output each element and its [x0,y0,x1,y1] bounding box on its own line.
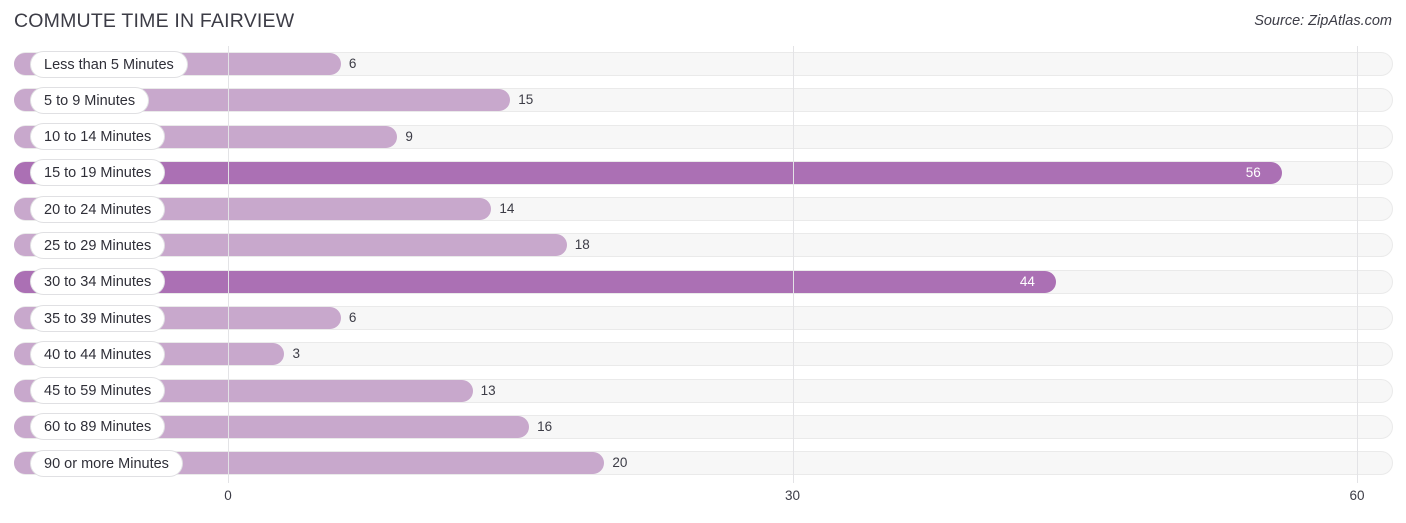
bar-value-label: 20 [612,455,628,471]
bar-rows: 6 Less than 5 Minutes 15 5 to 9 Minutes 9 10 … [0,46,1406,482]
bar[interactable] [14,270,1056,293]
bar-category-label: 20 to 24 Minutes [30,195,166,223]
bar-value-label: 14 [499,201,515,217]
commute-time-chart: COMMUTE TIME IN FAIRVIEW Source: ZipAtla… [0,0,1406,523]
bar[interactable] [14,161,1282,184]
bar-value-label: 44 [1019,273,1035,289]
axis-tick-label: 60 [1349,488,1365,503]
bar-row[interactable]: 15 5 to 9 Minutes [0,82,1406,118]
bar-row[interactable]: 18 25 to 29 Minutes [0,227,1406,263]
bar-category-label: 45 to 59 Minutes [30,377,166,405]
axis-tick-label: 0 [224,488,232,503]
bar-value-label: 16 [537,418,553,434]
bar-value-label: 3 [292,346,300,362]
bar-category-label: 35 to 39 Minutes [30,304,166,332]
bar-category-label: Less than 5 Minutes [30,50,188,78]
bar-value-label: 9 [405,128,413,144]
bar-category-label: 15 to 19 Minutes [30,159,166,187]
axis-tick-label: 30 [784,488,801,503]
bar-row[interactable]: 9 10 to 14 Minutes [0,119,1406,155]
bar-category-label: 25 to 29 Minutes [30,231,166,259]
bar-row[interactable]: 6 Less than 5 Minutes [0,46,1406,82]
bar-value-label: 56 [1245,164,1261,180]
bar-row[interactable]: 6 35 to 39 Minutes [0,300,1406,336]
bar-row[interactable]: 3 40 to 44 Minutes [0,336,1406,372]
x-axis: 0 30 60 [0,486,1406,523]
bar-category-label: 60 to 89 Minutes [30,413,166,441]
bar-category-label: 30 to 34 Minutes [30,268,166,296]
plot-area: 6 Less than 5 Minutes 15 5 to 9 Minutes 9 10 … [0,46,1406,486]
page-title: COMMUTE TIME IN FAIRVIEW [14,10,295,32]
bar-row[interactable]: 56 15 to 19 Minutes [0,155,1406,191]
bar-row[interactable]: 44 30 to 34 Minutes [0,264,1406,300]
bar-row[interactable]: 13 45 to 59 Minutes [0,373,1406,409]
bar-category-label: 40 to 44 Minutes [30,340,166,368]
bar-value-label: 15 [518,92,534,108]
bar-value-label: 18 [574,237,590,253]
bar-category-label: 10 to 14 Minutes [30,123,166,151]
bar-value-label: 6 [348,310,357,326]
bar-row[interactable]: 20 90 or more Minutes [0,445,1406,481]
bar-value-label: 13 [480,382,496,398]
bar-value-label: 6 [348,56,357,71]
bar-row[interactable]: 16 60 to 89 Minutes [0,409,1406,445]
chart-header: COMMUTE TIME IN FAIRVIEW Source: ZipAtla… [0,0,1406,46]
bar-row[interactable]: 14 20 to 24 Minutes [0,191,1406,227]
source-attribution: Source: ZipAtlas.com [1254,13,1392,29]
bar-category-label: 90 or more Minutes [30,449,183,477]
bar-category-label: 5 to 9 Minutes [30,86,150,114]
